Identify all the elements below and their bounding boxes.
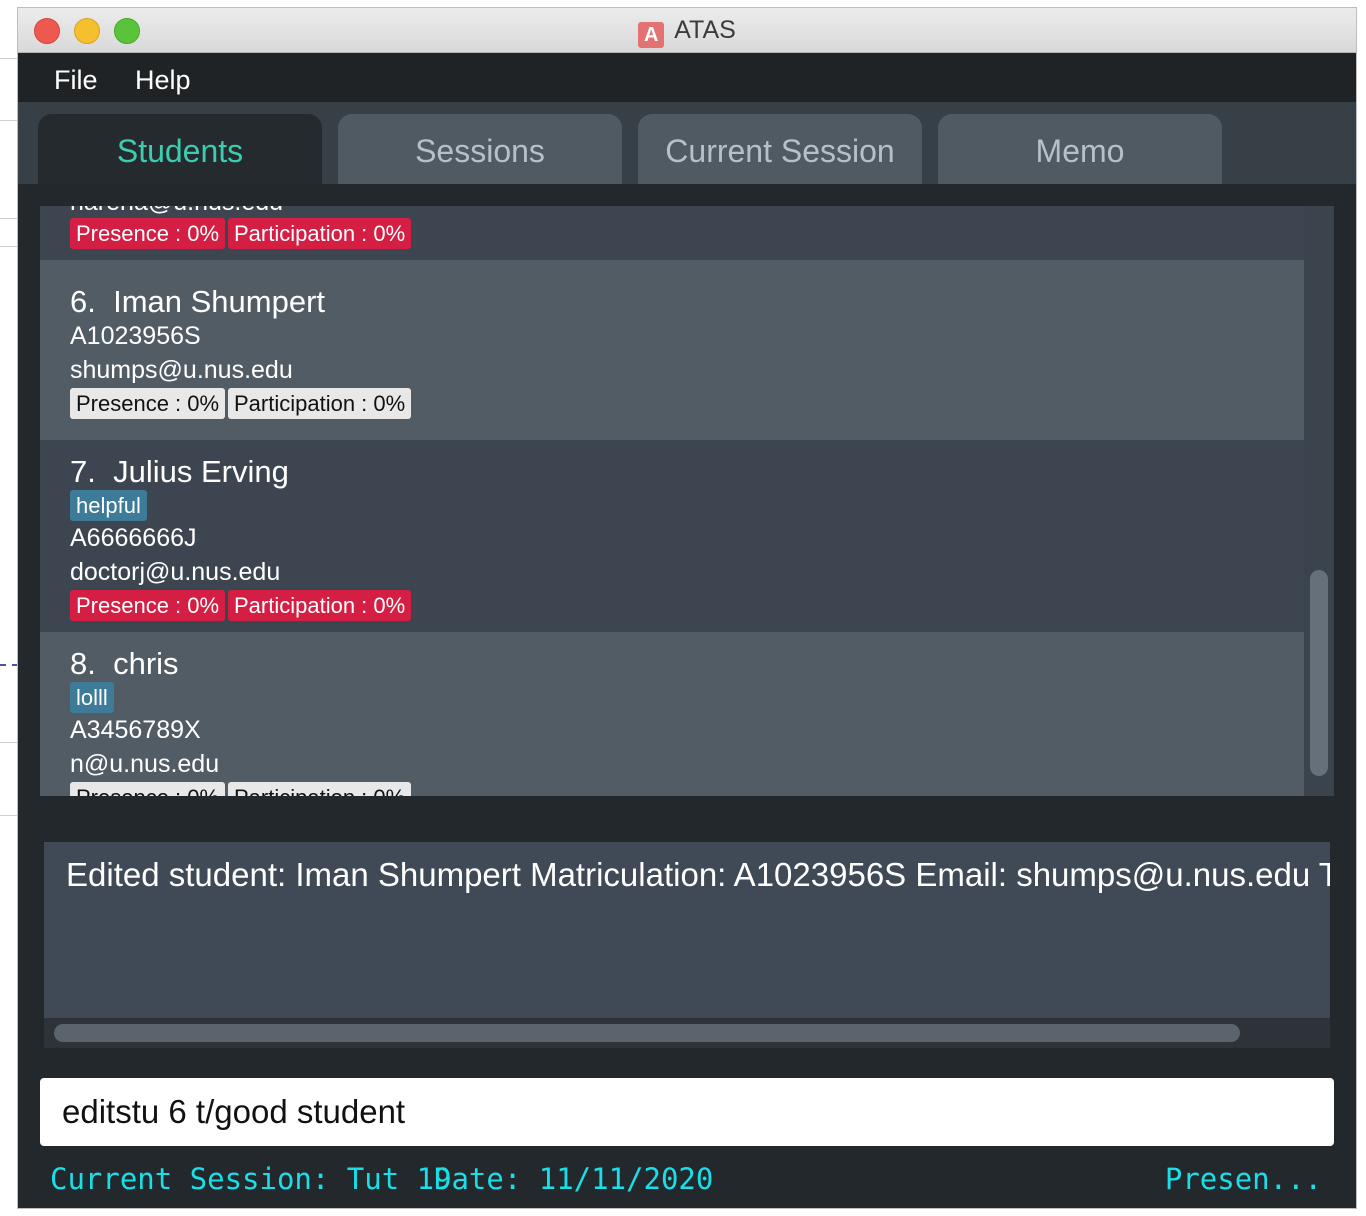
app-logo-icon: A	[638, 22, 665, 48]
student-matric: A3456789X	[70, 716, 201, 744]
status-current-session: Current Session: Tut 19	[50, 1162, 452, 1196]
student-email: harena@u.nus.edu	[70, 206, 283, 217]
student-card[interactable]: 7. Julius Erving helpful A6666666J docto…	[40, 440, 1304, 632]
background-dashed-line	[0, 664, 18, 666]
student-list[interactable]: harena@u.nus.edu Presence : 0% Participa…	[40, 206, 1334, 796]
command-input[interactable]	[62, 1078, 1312, 1146]
tab-bar: Students Sessions Current Session Memo	[18, 102, 1356, 184]
student-name: 7. Julius Erving	[70, 454, 289, 489]
tab-sessions[interactable]: Sessions	[338, 114, 622, 184]
student-card[interactable]: 6. Iman Shumpert A1023956S shumps@u.nus.…	[40, 260, 1304, 440]
student-tag: lolll	[70, 682, 114, 713]
student-matric: A1023956S	[70, 322, 201, 350]
presence-badge: Presence : 0%	[70, 218, 226, 249]
student-email: shumps@u.nus.edu	[70, 356, 293, 384]
student-email: doctorj@u.nus.edu	[70, 558, 281, 586]
menu-help[interactable]: Help	[135, 65, 191, 96]
participation-badge: Participation : 0%	[228, 388, 412, 419]
student-tag: helpful	[70, 490, 147, 521]
title-bar: A ATAS	[18, 8, 1356, 53]
background-line	[0, 246, 18, 247]
app-window: A ATAS File Help Students Sessions Curren…	[18, 8, 1356, 1208]
tab-memo[interactable]: Memo	[938, 114, 1222, 184]
background-line	[0, 120, 18, 121]
tab-current-session[interactable]: Current Session	[638, 114, 922, 184]
status-date: Date: 11/11/2020	[434, 1162, 714, 1196]
result-scrollbar[interactable]	[44, 1018, 1330, 1048]
background-line	[0, 58, 18, 59]
result-message: Edited student: Iman Shumpert Matriculat…	[66, 856, 1330, 893]
result-display: Edited student: Iman Shumpert Matriculat…	[44, 842, 1330, 1018]
student-card[interactable]: 8. chris lolll A3456789X n@u.nus.edu Pre…	[40, 632, 1304, 796]
background-line	[0, 742, 18, 743]
status-bar: Current Session: Tut 19 Date: 11/11/2020…	[18, 1156, 1356, 1204]
window-title-text: ATAS	[674, 16, 736, 44]
student-card[interactable]: harena@u.nus.edu Presence : 0% Participa…	[40, 206, 1304, 260]
command-box[interactable]	[40, 1078, 1334, 1146]
presence-badge: Presence : 0%	[70, 782, 226, 796]
presence-badge: Presence : 0%	[70, 590, 226, 621]
result-scrollbar-thumb[interactable]	[54, 1024, 1240, 1042]
tab-students[interactable]: Students	[38, 114, 322, 184]
student-matric: A6666666J	[70, 524, 197, 552]
background-line	[0, 218, 18, 219]
list-scrollbar[interactable]	[1304, 206, 1334, 796]
participation-badge: Participation : 0%	[228, 218, 412, 249]
student-email: n@u.nus.edu	[70, 750, 220, 778]
list-scrollbar-thumb[interactable]	[1310, 570, 1328, 776]
presence-badge: Presence : 0%	[70, 388, 226, 419]
menu-file[interactable]: File	[54, 65, 98, 96]
menu-bar: File Help	[18, 53, 1356, 102]
student-name: 6. Iman Shumpert	[70, 284, 326, 319]
participation-badge: Participation : 0%	[228, 782, 412, 796]
window-title: A ATAS	[18, 16, 1356, 48]
status-presence: Presen...	[1164, 1162, 1322, 1196]
content-area: harena@u.nus.edu Presence : 0% Participa…	[18, 184, 1356, 1208]
participation-badge: Participation : 0%	[228, 590, 412, 621]
student-name: 8. chris	[70, 646, 179, 681]
background-line	[0, 815, 18, 816]
